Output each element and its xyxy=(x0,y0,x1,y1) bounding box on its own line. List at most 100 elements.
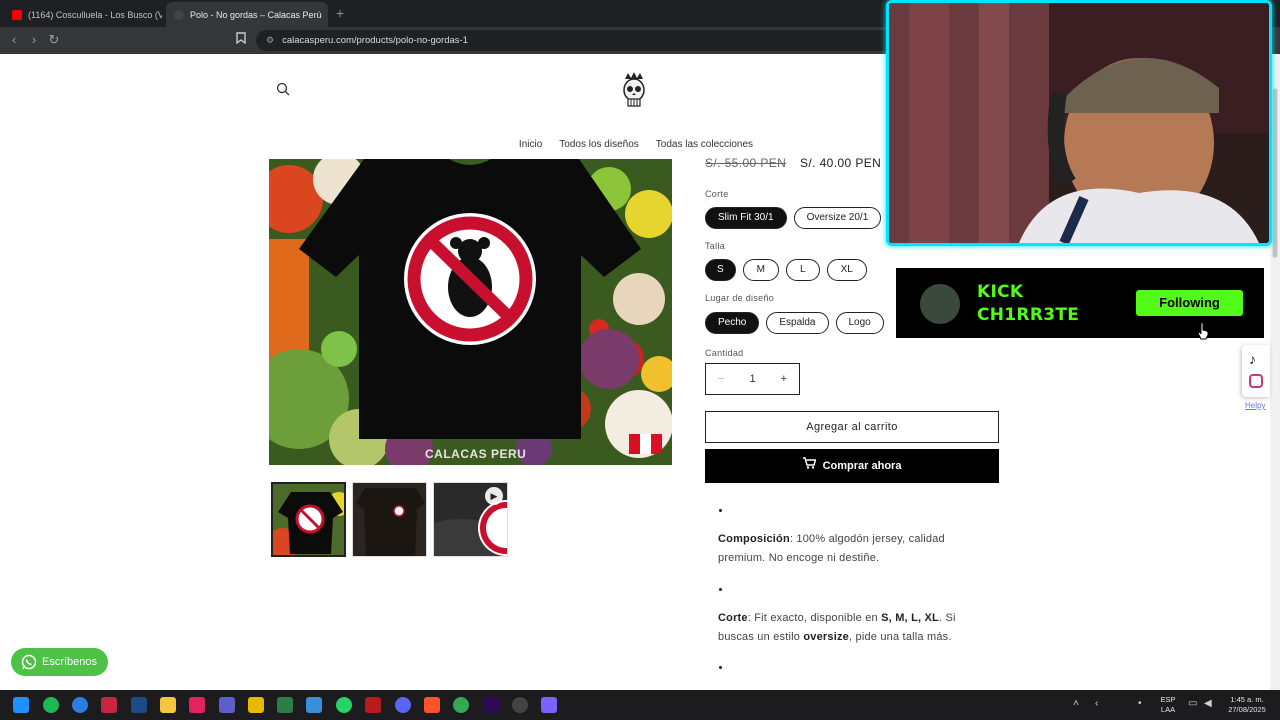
lang-line1: ESP xyxy=(1160,695,1176,704)
whatsapp-app-icon[interactable] xyxy=(336,697,352,713)
windows-taskbar: ˄ ‹ • ESP LAA ▭ ◀ 1:45 a. m. 27/08/2025 xyxy=(0,690,1280,720)
forward-icon[interactable]: › xyxy=(26,32,42,48)
option-pecho[interactable]: Pecho xyxy=(705,312,760,334)
app-icon[interactable] xyxy=(306,697,322,713)
desc-strong: Corte xyxy=(718,612,748,624)
search-icon[interactable] xyxy=(276,82,290,96)
app-icon[interactable] xyxy=(277,697,293,713)
size-l[interactable]: L xyxy=(786,259,820,281)
bullet xyxy=(719,509,722,512)
desc-strong: oversize xyxy=(803,631,849,643)
kick-channel-name: KICK CH1RR3TE xyxy=(977,281,1079,327)
product-main-image[interactable]: CALACAS PERU xyxy=(269,159,672,465)
add-to-cart-button[interactable]: Agregar al carrito xyxy=(705,411,999,443)
app-icon[interactable] xyxy=(512,697,528,713)
tab-title: Polo - No gordas – Calacas Perú xyxy=(190,9,322,20)
url-text: calacasperu.com/products/polo-no-gordas-… xyxy=(282,35,468,46)
option-espalda[interactable]: Espalda xyxy=(766,312,829,334)
kick-line2: CH1RR3TE xyxy=(977,305,1080,325)
new-tab-button[interactable]: + xyxy=(336,5,344,21)
qty-value[interactable]: 1 xyxy=(749,373,755,385)
play-video-icon[interactable]: ▶ xyxy=(485,487,503,505)
app-icon[interactable] xyxy=(131,697,147,713)
clock[interactable]: 1:45 a. m. 27/08/2025 xyxy=(1222,695,1272,715)
size-m[interactable]: M xyxy=(742,259,780,281)
clock-date: 27/08/2025 xyxy=(1228,705,1266,714)
clock-time: 1:45 a. m. xyxy=(1230,695,1264,704)
quantity-stepper: − 1 + xyxy=(705,363,800,395)
option-oversize[interactable]: Oversize 20/1 xyxy=(793,207,882,229)
qty-decrease-button[interactable]: − xyxy=(718,373,724,385)
buy-now-button[interactable]: Comprar ahora xyxy=(705,449,999,483)
talla-options: S M L XL xyxy=(705,259,867,281)
price-original: S/. 55.00 PEN xyxy=(705,156,787,170)
cantidad-label: Cantidad xyxy=(705,348,744,358)
description-corte: Corte: Fit exacto, disponible en S, M, L… xyxy=(718,609,988,647)
lang-line2: LAA xyxy=(1160,705,1176,714)
scrollbar-thumb[interactable] xyxy=(1272,88,1278,258)
calacas-logo-icon[interactable] xyxy=(619,71,649,109)
app-icon[interactable] xyxy=(72,697,88,713)
bullet xyxy=(719,588,722,591)
app-icon[interactable] xyxy=(101,697,117,713)
bookmark-icon[interactable] xyxy=(233,32,249,48)
tab-product[interactable]: Polo - No gordas – Calacas Perú ✕ xyxy=(166,2,328,27)
site-info-icon[interactable]: ⚙ xyxy=(266,35,274,46)
nav-link-todos-disenos[interactable]: Todos los diseños xyxy=(559,139,639,150)
teams-icon[interactable] xyxy=(219,697,235,713)
volume-icon[interactable]: ◀ xyxy=(1204,698,1212,709)
thumbnail-1[interactable] xyxy=(271,482,346,557)
thumbnail-strip: ▶ xyxy=(271,482,508,557)
discord-icon[interactable] xyxy=(395,697,411,713)
desc-text: : Fit exacto, disponible en xyxy=(747,612,882,624)
app-icon[interactable] xyxy=(248,697,264,713)
tab-title: (1164) Cosculluela - Los Busco (Visua xyxy=(28,9,162,20)
thumbnail-2[interactable] xyxy=(352,482,427,557)
tab-youtube[interactable]: (1164) Cosculluela - Los Busco (Visua xyxy=(4,2,162,27)
lugar-options: Pecho Espalda Logo xyxy=(705,312,884,334)
tiktok-app-icon[interactable] xyxy=(189,697,205,713)
spotify-icon[interactable] xyxy=(43,697,59,713)
size-s[interactable]: S xyxy=(705,259,736,281)
chrome-icon[interactable] xyxy=(453,697,469,713)
thumbnail-3-video[interactable]: ▶ xyxy=(433,482,508,557)
address-bar[interactable]: ⚙ calacasperu.com/products/polo-no-gorda… xyxy=(256,30,896,51)
tiktok-icon[interactable]: ♪ xyxy=(1249,351,1256,367)
tray-chevron-icon[interactable]: ˄ xyxy=(1073,698,1079,709)
option-logo[interactable]: Logo xyxy=(835,312,884,334)
webcam-overlay xyxy=(886,0,1272,246)
app-icon[interactable] xyxy=(365,697,381,713)
size-xl[interactable]: XL xyxy=(826,259,867,281)
kick-line1: KICK xyxy=(977,282,1024,302)
cart-icon xyxy=(802,449,816,483)
brave-icon[interactable] xyxy=(424,697,440,713)
reload-icon[interactable]: ↻ xyxy=(46,32,62,48)
app-icon[interactable] xyxy=(541,697,557,713)
following-button[interactable]: Following xyxy=(1136,290,1243,316)
hand-cursor-icon xyxy=(1197,322,1209,340)
premiere-icon[interactable] xyxy=(483,697,499,713)
corte-options: Slim Fit 30/1 Oversize 20/1 xyxy=(705,207,882,229)
helpy-link[interactable]: Helpy xyxy=(1245,401,1265,410)
price-sale: S/. 40.00 PEN xyxy=(799,156,882,170)
nav-link-colecciones[interactable]: Todas las colecciones xyxy=(656,139,753,150)
bullet xyxy=(719,666,722,669)
language-indicator[interactable]: ESP LAA xyxy=(1155,695,1181,715)
network-icon[interactable]: ▭ xyxy=(1188,698,1197,709)
windows-start-icon[interactable] xyxy=(13,697,29,713)
whatsapp-chat-button[interactable]: Escríbenos xyxy=(11,648,109,676)
file-explorer-icon[interactable] xyxy=(160,697,176,713)
youtube-icon xyxy=(12,9,22,20)
tray-icon[interactable]: ‹ xyxy=(1095,698,1098,709)
buy-now-label: Comprar ahora xyxy=(822,460,902,472)
streamer-avatar xyxy=(920,284,960,324)
whatsapp-label: Escríbenos xyxy=(42,656,98,668)
instagram-icon[interactable] xyxy=(1249,374,1263,388)
qty-increase-button[interactable]: + xyxy=(781,373,787,385)
price-block: S/. 55.00 PEN S/. 40.00 PEN xyxy=(705,156,881,170)
option-slim-fit[interactable]: Slim Fit 30/1 xyxy=(705,207,787,229)
microphone-icon[interactable]: • xyxy=(1138,698,1142,709)
lugar-label: Lugar de diseño xyxy=(705,293,775,303)
back-icon[interactable]: ‹ xyxy=(6,32,22,48)
nav-link-inicio[interactable]: Inicio xyxy=(519,139,542,150)
